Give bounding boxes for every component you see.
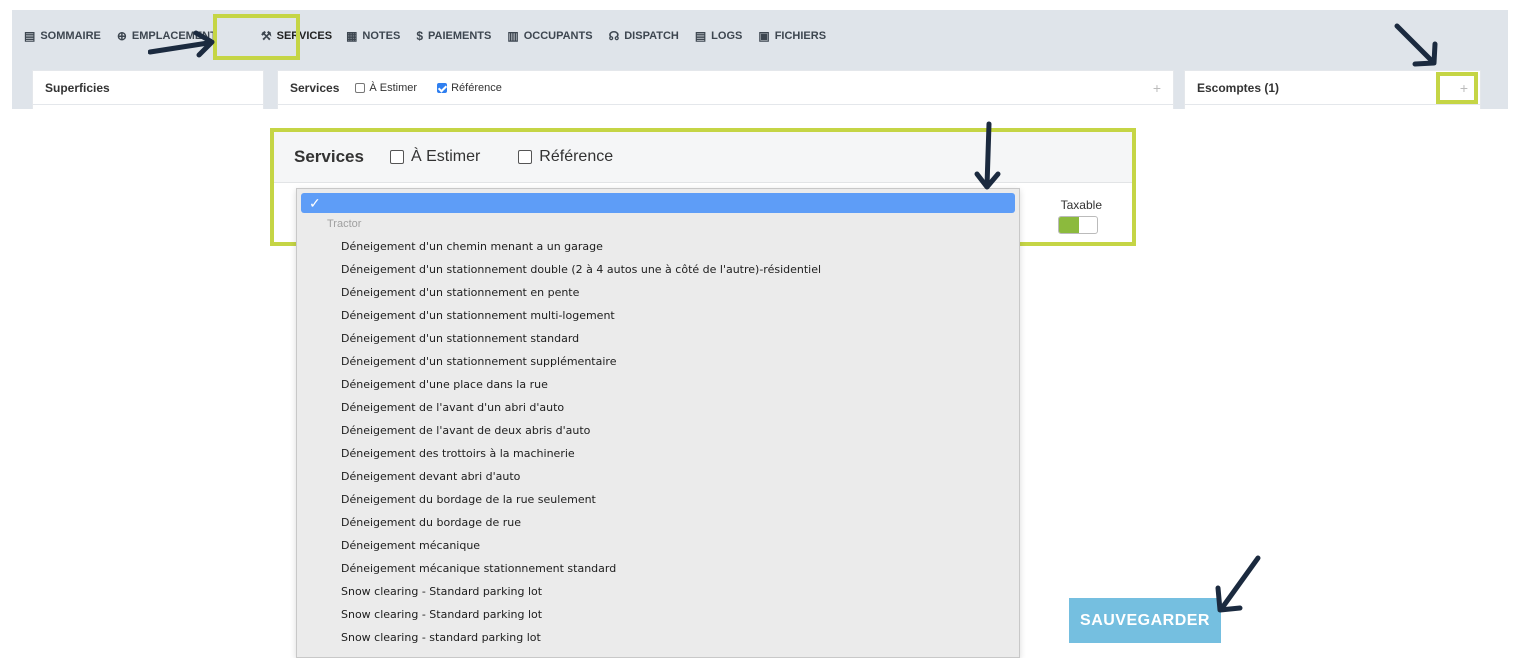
dropdown-option[interactable]: Déneigement du bordage de la rue seuleme… [341,488,821,511]
taxable-toggle[interactable] [1058,216,1098,234]
services-tab-highlight [213,14,300,60]
tab-label: SOMMAIRE [40,30,101,42]
dropdown-options: Déneigement d'un chemin menant a un gara… [341,235,821,649]
add-escompte-highlight [1436,72,1478,104]
dropdown-option[interactable]: Déneigement de l'avant de deux abris d'a… [341,419,821,442]
arrow-to-dropdown [974,121,1001,190]
checkbox-box [437,82,448,93]
dropdown-group-label: Tractor [327,218,362,230]
tab-sommaire[interactable]: ▤ SOMMAIRE [24,29,101,43]
image-folder-icon: ▣ [758,29,770,43]
tab-label: NOTES [362,30,401,42]
reference-checkbox[interactable]: Référence [437,82,502,94]
services-panel: Services À Estimer Référence + [277,70,1174,109]
dropdown-option[interactable]: Déneigement du bordage de rue [341,511,821,534]
tab-notes[interactable]: ▦ NOTES [346,29,400,43]
tab-label: FICHIERS [774,30,827,42]
estimer-checkbox[interactable]: À Estimer [389,148,481,166]
arrow-to-services-tab [148,30,215,58]
arrow-to-save-button [1215,555,1261,613]
dropdown-option[interactable]: Déneigement d'un stationnement en pente [341,281,821,304]
tab-fichiers[interactable]: ▣ FICHIERS [758,29,826,43]
tab-label: PAIEMENTS [428,30,492,42]
dropdown-option[interactable]: Déneigement mécanique [341,534,821,557]
dropdown-option[interactable]: Snow clearing - Standard parking lot [341,580,821,603]
add-service-icon[interactable]: + [1153,80,1161,96]
tab-label: OCCUPANTS [523,30,593,42]
dropdown-option[interactable]: Snow clearing - Standard parking lot [341,603,821,626]
dropdown-option[interactable]: Déneigement des trottoirs à la machineri… [341,442,821,465]
dollar-icon: $ [416,29,423,43]
panel-title: Services [290,80,340,95]
dropdown-option[interactable]: Déneigement de l'avant d'un abri d'auto [341,396,821,419]
panel-title: Superficies [45,80,110,95]
checkbox-label: Référence [539,148,614,165]
dropdown-option[interactable]: Déneigement devant abri d'auto [341,465,821,488]
checkbox-label: À Estimer [369,81,418,94]
reference-checkbox[interactable]: Référence [518,148,613,166]
tab-dispatch[interactable]: ☊ DISPATCH [609,29,679,43]
tab-occupants[interactable]: ▥ OCCUPANTS [507,29,592,43]
headset-icon: ☊ [608,29,620,43]
toggle-on-fill [1059,217,1079,233]
taxable-label: Taxable [1060,198,1102,212]
dropdown-option[interactable]: Déneigement mécanique stationnement stan… [341,557,821,580]
dropdown-option[interactable]: Déneigement d'un stationnement double (2… [341,258,821,281]
checkbox-label: Référence [451,81,502,94]
building-icon: ▥ [507,29,519,43]
dropdown-option[interactable]: Snow clearing - standard parking lot [341,626,821,649]
crosshair-icon: ⊕ [116,29,127,43]
checkbox-box [355,82,366,93]
service-dropdown[interactable]: ✓ Tractor Déneigement d'un chemin menant… [296,188,1020,658]
notes-icon: ▦ [346,29,358,43]
checkbox-box [518,150,533,164]
document-icon: ▤ [24,29,36,43]
tab-logs[interactable]: ▤ LOGS [695,29,743,43]
tab-label: LOGS [711,30,743,42]
services-title: Services [294,147,364,166]
estimer-checkbox[interactable]: À Estimer [355,82,417,94]
arrow-to-add-escompte [1394,23,1438,67]
save-button[interactable]: SAUVEGARDER [1069,598,1221,643]
dropdown-option[interactable]: Déneigement d'un stationnement standard [341,327,821,350]
dropdown-option[interactable]: Déneigement d'un stationnement supplémen… [341,350,821,373]
panel-title: Escomptes (1) [1197,80,1280,95]
dropdown-option[interactable]: Déneigement d'un stationnement multi-log… [341,304,821,327]
check-icon: ✓ [309,195,321,211]
dropdown-selected-option[interactable]: ✓ [301,193,1015,213]
clipboard-icon: ▤ [694,29,707,43]
checkbox-box [389,150,404,164]
dropdown-option[interactable]: Déneigement d'un chemin menant a un gara… [341,235,821,258]
dropdown-option[interactable]: Déneigement d'une place dans la rue [341,373,821,396]
tab-paiements[interactable]: $ PAIEMENTS [416,29,491,43]
superficies-panel: Superficies [32,70,264,109]
checkbox-label: À Estimer [410,148,481,165]
tab-label: DISPATCH [624,30,679,42]
